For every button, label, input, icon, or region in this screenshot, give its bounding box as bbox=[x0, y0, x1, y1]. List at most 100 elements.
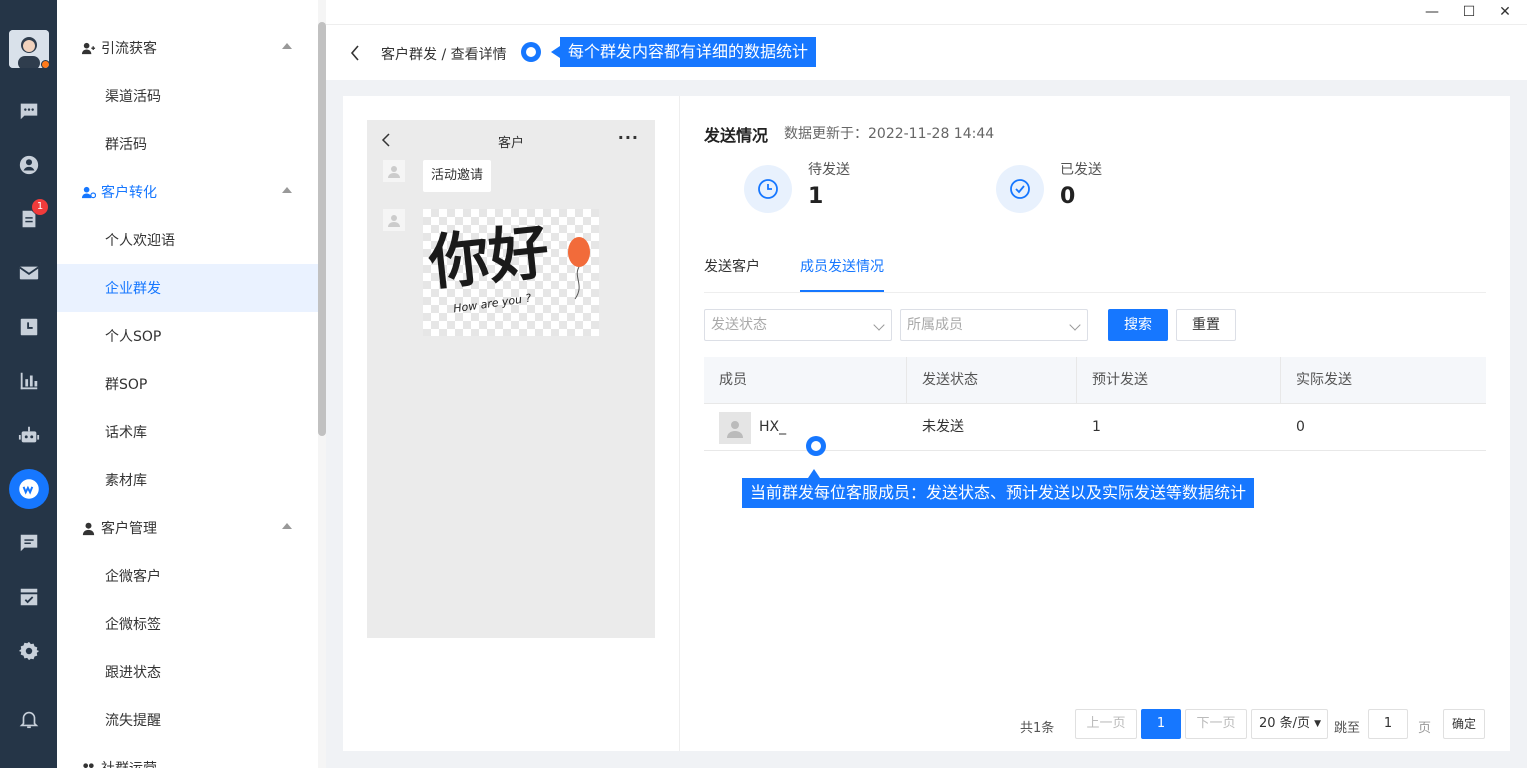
task-icon[interactable] bbox=[17, 585, 41, 609]
settings-icon[interactable] bbox=[17, 639, 41, 663]
column-status: 发送状态 bbox=[907, 357, 1077, 404]
reset-button[interactable]: 重置 bbox=[1176, 309, 1236, 341]
caret-up-icon bbox=[282, 43, 292, 49]
bell-icon[interactable] bbox=[17, 707, 41, 731]
jump-page-input[interactable]: 1 bbox=[1368, 709, 1408, 739]
annotation-marker bbox=[521, 42, 541, 62]
search-button[interactable]: 搜索 bbox=[1108, 309, 1168, 341]
back-arrow-icon[interactable] bbox=[348, 43, 362, 63]
annotation-tooltip-table: 当前群发每位客服成员：发送状态、预计发送以及实际发送等数据统计 bbox=[742, 469, 1255, 508]
tab-bar: 发送客户 成员发送情况 bbox=[704, 252, 1486, 293]
breadcrumb: 客户群发 / 查看详情 bbox=[381, 47, 507, 63]
member-placeholder: 所属成员 bbox=[907, 317, 963, 333]
cell-actual: 0 bbox=[1296, 419, 1305, 435]
menu-item-follow-status[interactable]: 跟进状态 bbox=[57, 648, 318, 696]
page-unit-label: 页 bbox=[1418, 721, 1432, 736]
notification-badge: 1 bbox=[32, 199, 48, 215]
tab-send-customers[interactable]: 发送客户 bbox=[704, 256, 760, 292]
sidebar-scrollbar[interactable] bbox=[318, 0, 326, 768]
page-size-select[interactable]: 20 条/页 ▼ bbox=[1251, 709, 1328, 739]
confirm-jump-button[interactable]: 确定 bbox=[1443, 709, 1485, 739]
menu-item-group-sop[interactable]: 群SOP bbox=[57, 360, 318, 408]
minimize-button[interactable]: — bbox=[1423, 3, 1441, 21]
send-status-select[interactable]: 发送状态 bbox=[704, 309, 892, 341]
update-time: 数据更新于：2022-11-28 14:44 bbox=[784, 126, 995, 142]
page-header: 客户群发 / 查看详情 bbox=[326, 24, 1527, 80]
message-preview-phone: 客户 ··· 活动邀请 你好 How are you ? bbox=[367, 120, 655, 638]
prev-page-button[interactable]: 上一页 bbox=[1075, 709, 1137, 739]
sender-avatar-icon bbox=[383, 209, 405, 231]
bar-chart-icon[interactable] bbox=[17, 369, 41, 393]
wecom-icon[interactable] bbox=[9, 469, 49, 509]
cell-member: HX_ bbox=[759, 419, 787, 435]
menu-group-label: 社群运营 bbox=[101, 758, 157, 768]
menu-group-label: 客户管理 bbox=[101, 521, 157, 537]
menu-item-mass-send[interactable]: 企业群发 bbox=[57, 264, 318, 312]
send-status-placeholder: 发送状态 bbox=[711, 317, 767, 333]
jump-label: 跳至 bbox=[1334, 721, 1361, 736]
pending-value: 1 bbox=[808, 184, 824, 209]
menu-group-label: 引流获客 bbox=[101, 41, 157, 57]
menu-group-customer-mgmt[interactable]: 客户管理 bbox=[57, 504, 318, 552]
tab-member-status[interactable]: 成员发送情况 bbox=[800, 256, 884, 292]
contact-icon[interactable] bbox=[17, 153, 41, 177]
user-add-icon bbox=[81, 40, 97, 56]
message-bubble: 活动邀请 bbox=[423, 160, 492, 192]
menu-group-lead-gen[interactable]: 引流获客 bbox=[57, 24, 318, 72]
menu-item-channel-code[interactable]: 渠道活码 bbox=[57, 72, 318, 120]
column-actual: 实际发送 bbox=[1296, 372, 1352, 388]
page-size-value: 20 条/页 bbox=[1259, 716, 1311, 731]
cell-expected: 1 bbox=[1092, 419, 1101, 435]
pagination-total: 共1条 bbox=[1020, 721, 1055, 736]
pending-label: 待发送 bbox=[808, 162, 850, 178]
menu-item-wecom-customers[interactable]: 企微客户 bbox=[57, 552, 318, 600]
preview-title: 客户 bbox=[497, 136, 524, 151]
more-icon: ··· bbox=[617, 128, 639, 147]
sender-avatar-icon bbox=[383, 160, 405, 182]
menu-item-wecom-tags[interactable]: 企微标签 bbox=[57, 600, 318, 648]
users-icon bbox=[81, 760, 97, 768]
caret-up-icon bbox=[282, 523, 292, 529]
chevron-down-icon bbox=[1069, 319, 1081, 331]
menu-item-script-library[interactable]: 话术库 bbox=[57, 408, 318, 456]
robot-icon[interactable] bbox=[17, 423, 41, 447]
window-titlebar: — ☐ ✕ bbox=[326, 0, 1527, 24]
detail-card: 客户 ··· 活动邀请 你好 How are you ? 发送情况 数据更新于：… bbox=[343, 96, 1510, 751]
chat-icon[interactable] bbox=[17, 99, 41, 123]
user-icon bbox=[81, 520, 97, 536]
menu-group-label: 客户转化 bbox=[101, 185, 157, 201]
image-text-main: 你好 bbox=[425, 216, 553, 300]
user-convert-icon bbox=[81, 184, 97, 200]
page-1-button[interactable]: 1 bbox=[1141, 709, 1181, 739]
calendar-icon[interactable] bbox=[17, 315, 41, 339]
scrollbar-thumb[interactable] bbox=[318, 22, 326, 436]
section-title: 发送情况 bbox=[704, 126, 769, 145]
menu-item-churn-alert[interactable]: 流失提醒 bbox=[57, 696, 318, 744]
user-avatar[interactable] bbox=[9, 30, 49, 68]
close-button[interactable]: ✕ bbox=[1496, 3, 1514, 21]
check-circle-icon bbox=[996, 165, 1044, 213]
cell-status: 未发送 bbox=[922, 419, 964, 435]
mail-icon[interactable] bbox=[17, 261, 41, 285]
chevron-down-icon bbox=[873, 319, 885, 331]
message-image: 你好 How are you ? bbox=[423, 209, 599, 336]
column-member: 成员 bbox=[704, 357, 907, 404]
menu-item-material-library[interactable]: 素材库 bbox=[57, 456, 318, 504]
message-icon[interactable] bbox=[17, 531, 41, 555]
caret-up-icon bbox=[282, 187, 292, 193]
icon-rail: 1 bbox=[0, 0, 57, 768]
menu-item-personal-sop[interactable]: 个人SOP bbox=[57, 312, 318, 360]
menu-group-community[interactable]: 社群运营 bbox=[57, 744, 318, 768]
menu-group-conversion[interactable]: 客户转化 bbox=[57, 168, 318, 216]
next-page-button[interactable]: 下一页 bbox=[1185, 709, 1247, 739]
menu-item-group-code[interactable]: 群活码 bbox=[57, 120, 318, 168]
annotation-marker bbox=[806, 436, 826, 456]
online-status-dot bbox=[41, 60, 49, 68]
pane-divider bbox=[679, 96, 680, 751]
table-header: 成员 发送状态 预计发送 实际发送 bbox=[704, 357, 1486, 404]
caret-down-icon: ▼ bbox=[1314, 719, 1321, 729]
menu-item-welcome-message[interactable]: 个人欢迎语 bbox=[57, 216, 318, 264]
maximize-button[interactable]: ☐ bbox=[1460, 3, 1478, 21]
member-select[interactable]: 所属成员 bbox=[900, 309, 1088, 341]
sidebar-menu: 引流获客 渠道活码 群活码 客户转化 个人欢迎语 企业群发 个人SOP 群SOP… bbox=[57, 0, 318, 768]
